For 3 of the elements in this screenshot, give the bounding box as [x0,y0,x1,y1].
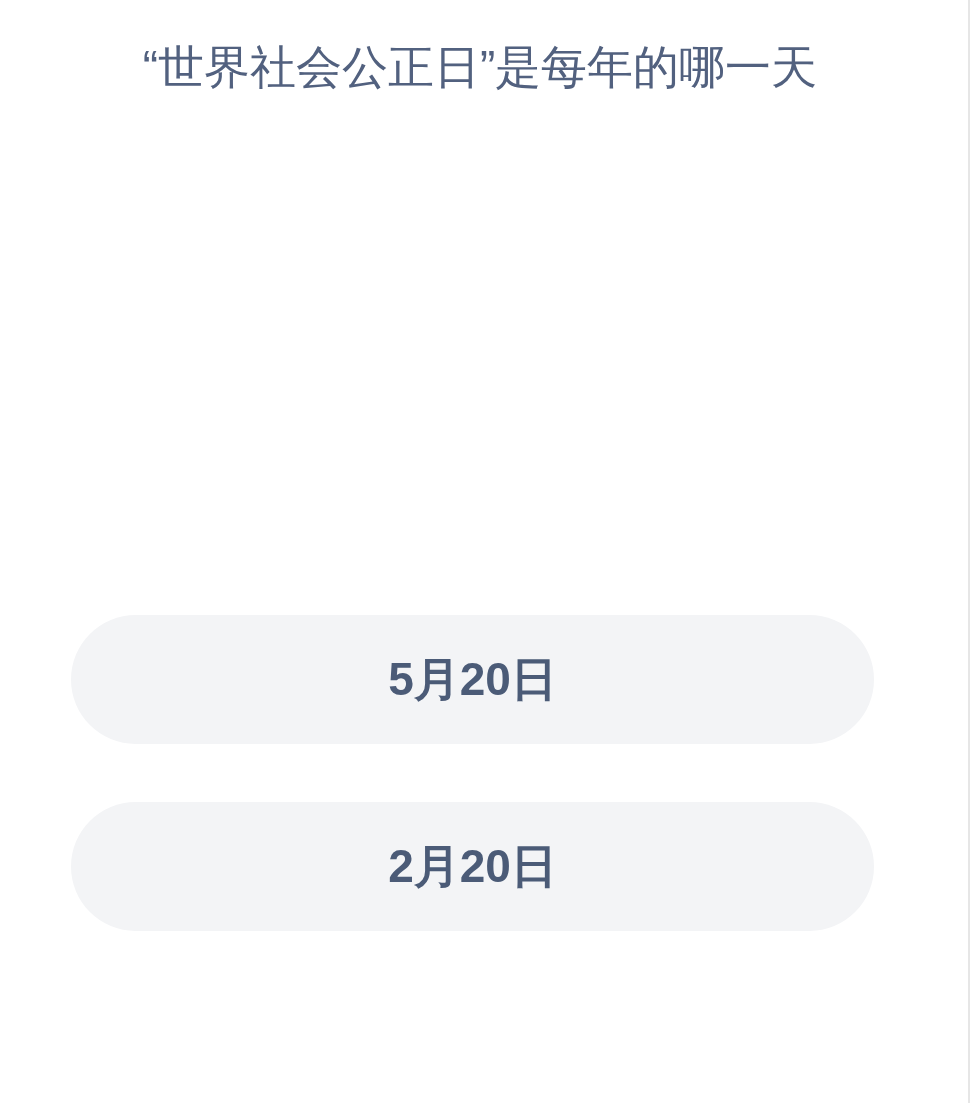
answer-option-button[interactable]: 2月20日 [71,802,874,932]
question-text: “世界社会公正日”是每年的哪一天 [141,40,819,95]
answer-option-button[interactable]: 5月20日 [71,615,874,745]
